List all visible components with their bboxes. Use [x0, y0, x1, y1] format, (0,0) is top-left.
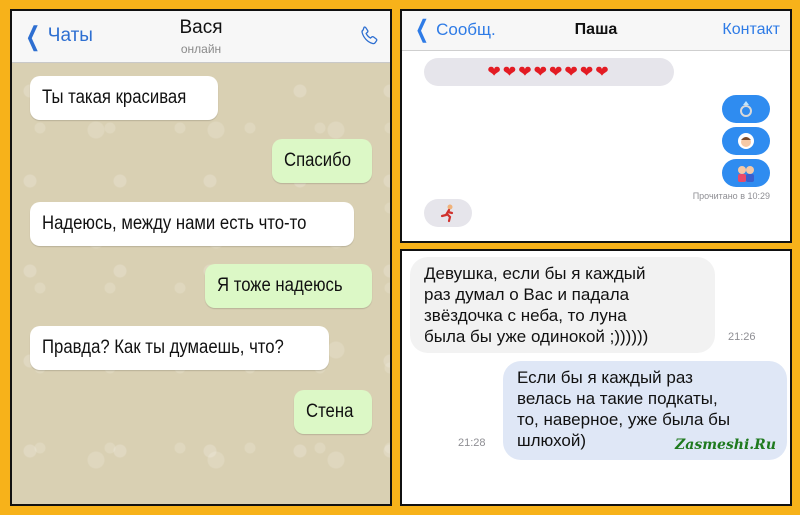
message-bubble-outgoing[interactable]: Стена: [294, 390, 372, 434]
watermark: Zasmeshi.Ru: [675, 437, 776, 453]
message-line: то, наверное, уже была бы: [517, 410, 731, 429]
message-text: Стена: [306, 401, 354, 422]
message-bubble-outgoing[interactable]: [722, 127, 770, 155]
imessage-panel: ❮ Сообщ. Паша Контакт ❤❤❤❤❤❤❤❤ Прочитано…: [400, 9, 792, 243]
message-text: Надеюсь, между нами есть что-то: [42, 213, 307, 234]
message-text: Ты такая красивая: [42, 87, 187, 108]
message-timestamp: 21:26: [728, 331, 756, 343]
whatsapp-chat-panel: ❮ Чаты Вася онлайн Ты такая красивая Спа…: [10, 9, 392, 506]
chat-header: ❮ Чаты Вася онлайн: [12, 11, 390, 63]
message-line: раз думал о Вас и падала: [424, 285, 630, 304]
sms-panel: Девушка, если бы я каждый раз думал о Ва…: [400, 249, 792, 506]
imessage-header: ❮ Сообщ. Паша Контакт: [402, 11, 790, 51]
message-line: велась на такие подкаты,: [517, 389, 718, 408]
hearts-icons: ❤❤❤❤❤❤❤❤: [487, 64, 611, 81]
ring-icon: [740, 101, 752, 117]
message-bubble-incoming[interactable]: Ты такая красивая: [30, 76, 218, 120]
message-line: звёздочка с неба, то луна: [424, 306, 627, 325]
message-bubble-outgoing[interactable]: Я тоже надеюсь: [205, 264, 372, 308]
message-list: Ты такая красивая Спасибо Надеюсь, между…: [12, 64, 390, 504]
message-bubble-incoming[interactable]: Правда? Как ты думаешь, что?: [30, 326, 329, 370]
message-line: была бы уже одинокой ;)))))): [424, 327, 649, 346]
read-receipt: Прочитано в 10:29: [692, 191, 770, 201]
contact-name[interactable]: Вася: [12, 17, 390, 39]
message-text: Правда? Как ты думаешь, что?: [42, 337, 284, 358]
message-line: Если бы я каждый раз: [517, 368, 693, 387]
bride-icon: [738, 133, 754, 149]
message-timestamp: 21:28: [458, 437, 486, 449]
message-bubble-incoming[interactable]: Девушка, если бы я каждый раз думал о Ва…: [410, 257, 715, 353]
message-text: Я тоже надеюсь: [217, 275, 343, 296]
runner-icon: [440, 204, 454, 223]
message-bubble-outgoing[interactable]: [722, 159, 770, 187]
contact-status: онлайн: [180, 42, 222, 56]
message-bubble-incoming[interactable]: Надеюсь, между нами есть что-то: [30, 202, 355, 246]
hearts-message-bubble[interactable]: ❤❤❤❤❤❤❤❤: [424, 58, 674, 86]
message-bubble-incoming[interactable]: [424, 199, 472, 227]
message-bubble-outgoing[interactable]: Спасибо: [271, 139, 372, 183]
phone-icon[interactable]: [358, 24, 380, 48]
contact-button[interactable]: Контакт: [722, 21, 780, 39]
message-line: Девушка, если бы я каждый: [424, 264, 646, 283]
message-text: Спасибо: [283, 150, 351, 171]
couple-icon: [738, 166, 754, 182]
message-bubble-outgoing[interactable]: [722, 95, 770, 123]
